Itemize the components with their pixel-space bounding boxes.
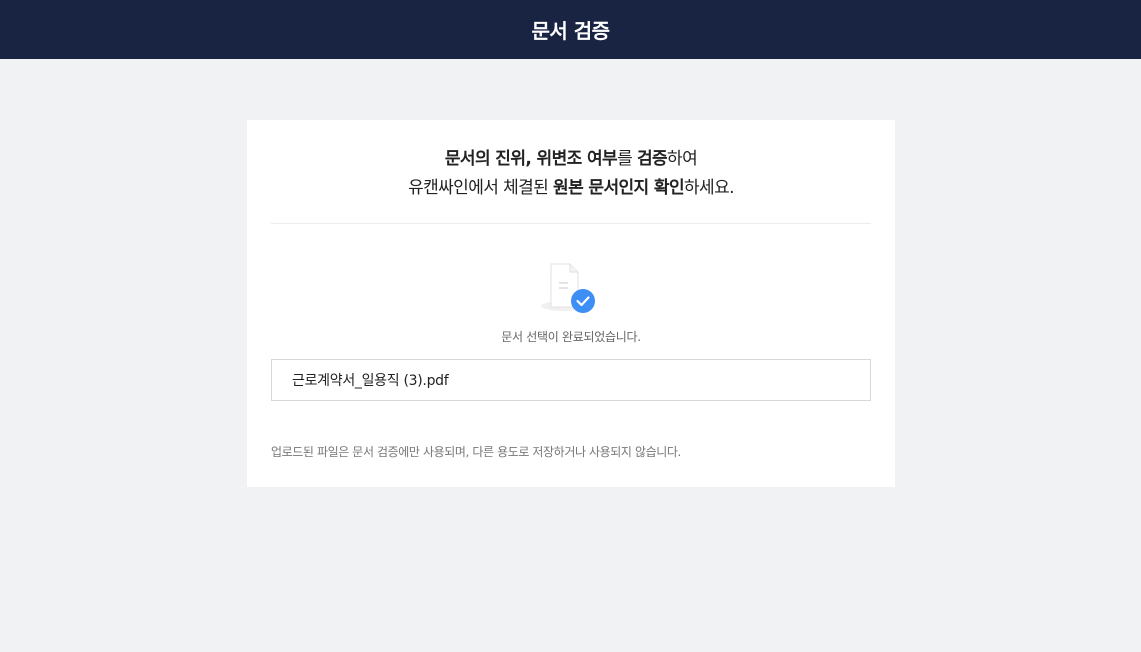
intro-line-2: 유캔싸인에서 체결된 원본 문서인지 확인하세요. [271, 174, 871, 203]
privacy-notice: 업로드된 파일은 문서 검증에만 사용되며, 다른 용도로 저장하거나 사용되지… [271, 445, 681, 459]
upload-status: 문서 선택이 완료되었습니다. [501, 330, 641, 344]
intro-text: 문서의 진위, 위변조 여부를 검증하여 유캔싸인에서 체결된 원본 문서인지 … [271, 120, 871, 224]
document-check-icon [536, 262, 606, 318]
top-header: 문서 검증 [0, 0, 1141, 59]
intro-line2-segment: 하세요. [684, 178, 735, 198]
intro-line-1: 문서의 진위, 위변조 여부를 검증하여 [271, 145, 871, 174]
intro-line1-segment: 문서의 진위, 위변조 여부 [444, 149, 618, 169]
intro-line1-segment: 를 [617, 149, 637, 169]
intro-line1-segment: 검증 [636, 149, 668, 169]
verify-card: 문서의 진위, 위변조 여부를 검증하여 유캔싸인에서 체결된 원본 문서인지 … [247, 120, 895, 487]
page-title: 문서 검증 [531, 19, 610, 43]
file-name: 근로계약서_일용직 (3).pdf [292, 373, 449, 389]
selected-file-field[interactable]: 근로계약서_일용직 (3).pdf [271, 359, 871, 401]
intro-line2-segment: 원본 문서인지 확인 [553, 178, 685, 198]
intro-line1-segment: 하여 [667, 149, 698, 169]
intro-line2-segment: 유캔싸인에서 체결된 [408, 178, 554, 198]
